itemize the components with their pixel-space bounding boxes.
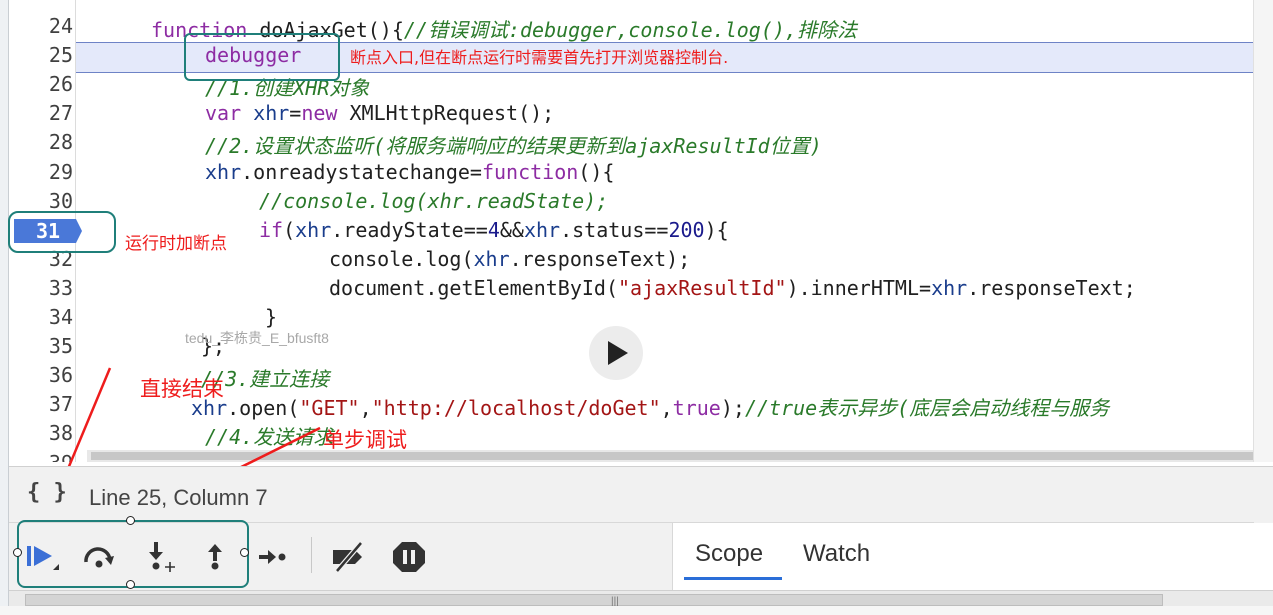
debugger-note: 断点入口,但在断点运行时需要首先打开浏览器控制台.	[350, 48, 729, 67]
code-token: 4	[487, 217, 500, 242]
code-line: xhr.onreadystatechange=function(){	[205, 160, 614, 184]
selection-handle	[13, 548, 22, 557]
bottom-scrollbar[interactable]: |||	[9, 590, 1273, 607]
tab-scope[interactable]: Scope	[695, 540, 763, 568]
line-number[interactable]: 38	[13, 421, 73, 445]
code-token: //console.log(xhr.readState);	[259, 188, 609, 213]
code-token: new	[301, 101, 350, 126]
code-token: ).innerHTML=	[786, 275, 932, 300]
code-line: //4.发送请求	[205, 421, 333, 450]
code-line: if(xhr.readyState==4&&xhr.status==200){	[259, 218, 729, 242]
code-token: (){	[578, 159, 615, 184]
code-line: //2.设置状态监听(将服务端响应的结果更新到ajaxResultId位置)	[205, 130, 822, 159]
code-token: xhr	[931, 275, 968, 300]
line-number[interactable]: 29	[13, 160, 73, 184]
line-number[interactable]: 34	[13, 305, 73, 329]
code-token: xhr	[205, 159, 242, 184]
editor-status-bar: { } Line 25, Column 7	[9, 466, 1273, 523]
line-number[interactable]: 36	[13, 363, 73, 387]
deactivate-breakpoints-icon[interactable]	[329, 540, 365, 574]
code-token: xhr	[473, 246, 510, 271]
code-token: .responseText;	[967, 275, 1136, 300]
code-line: xhr.open("GET","http://localhost/doGet",…	[191, 392, 1109, 421]
code-token: function	[481, 159, 579, 184]
code-line: //console.log(xhr.readState);	[259, 189, 608, 213]
line-number[interactable]: 28	[13, 130, 73, 154]
code-token: =	[289, 101, 302, 126]
line-number[interactable]: 30	[13, 189, 73, 213]
footer-strip	[0, 606, 1273, 615]
code-token: xhr	[295, 217, 332, 242]
selection-handle	[126, 516, 135, 525]
code-line: var xhr=new XMLHttpRequest();	[205, 101, 554, 125]
side-panel-tabs: Scope Watch	[672, 522, 1254, 591]
code-token: .open(	[227, 396, 300, 421]
direct-end-note: 直接结束	[140, 377, 224, 401]
code-token: console.log(	[329, 246, 474, 271]
code-token: .responseText);	[509, 246, 691, 271]
line-number[interactable]: 27	[13, 101, 73, 125]
code-token: xhr	[523, 217, 561, 242]
code-token: (){	[367, 18, 404, 42]
step-icon[interactable]	[255, 540, 291, 574]
code-token: true	[672, 396, 721, 421]
line-number[interactable]: 37	[13, 392, 73, 416]
selection-handle	[240, 548, 249, 557]
code-token: (	[283, 217, 296, 242]
code-token: //4.发送请求	[205, 425, 334, 450]
line-number[interactable]: 33	[13, 276, 73, 300]
code-token: );	[720, 396, 745, 421]
code-token: .readyState==	[331, 217, 488, 242]
left-panel-edge	[0, 0, 9, 615]
step-debug-note: 单步调试	[323, 428, 407, 452]
code-token: .onreadystatechange=	[241, 159, 482, 184]
code-line: }	[265, 305, 277, 329]
code-token: xhr	[253, 101, 290, 126]
code-token: .status==	[560, 217, 669, 242]
line-number[interactable]: 39	[13, 451, 73, 463]
code-line: document.getElementById("ajaxResultId").…	[329, 276, 1136, 300]
debugger-callout-box	[184, 33, 340, 81]
line-number[interactable]: 25	[13, 43, 73, 67]
devtools-sources-panel: 242526272829303233343536373839 function …	[0, 0, 1273, 615]
code-token: document.getElementById(	[329, 275, 618, 300]
code-token: ,	[359, 396, 372, 421]
toolbar-divider	[311, 537, 312, 573]
vertical-scrollbar[interactable]	[1253, 0, 1273, 462]
runtime-breakpoint-note: 运行时加断点	[125, 234, 227, 254]
code-token: ,	[660, 396, 673, 421]
active-tab-indicator	[684, 577, 782, 580]
watermark: tedu_李栋贵_E_bfusft8	[185, 330, 329, 346]
pause-on-exceptions-icon[interactable]	[391, 540, 427, 574]
line-number[interactable]: 26	[13, 72, 73, 96]
code-token: var	[205, 101, 254, 126]
breakpoint-callout-box	[8, 211, 116, 253]
horizontal-scrollbar[interactable]	[87, 450, 1253, 462]
selection-handle	[126, 580, 135, 589]
code-token: "GET"	[299, 396, 360, 421]
code-token: }	[265, 305, 278, 329]
line-number[interactable]: 35	[13, 334, 73, 358]
code-token: "ajaxResultId"	[617, 275, 787, 300]
code-token: //2.设置状态监听(将服务端响应的结果更新到ajaxResultId位置)	[205, 134, 822, 159]
cursor-position: Line 25, Column 7	[89, 485, 268, 510]
code-token: ){	[704, 217, 729, 242]
code-token: //错误调试:debugger,console.log(),排除法	[403, 18, 857, 42]
code-line: console.log(xhr.responseText);	[329, 247, 690, 271]
code-token: XMLHttpRequest();	[349, 101, 555, 126]
code-token: if	[259, 217, 284, 242]
line-number[interactable]: 24	[13, 14, 73, 38]
video-play-button[interactable]	[589, 326, 643, 380]
code-token: 200	[668, 217, 705, 242]
code-token: &&	[499, 217, 524, 242]
pretty-print-icon[interactable]: { }	[27, 480, 67, 505]
code-token: "http://localhost/doGet"	[371, 396, 661, 421]
code-token: //true表示异步(底层会启动线程与服务	[744, 396, 1110, 421]
tab-watch[interactable]: Watch	[803, 540, 870, 568]
step-controls-callout-box	[17, 520, 249, 588]
